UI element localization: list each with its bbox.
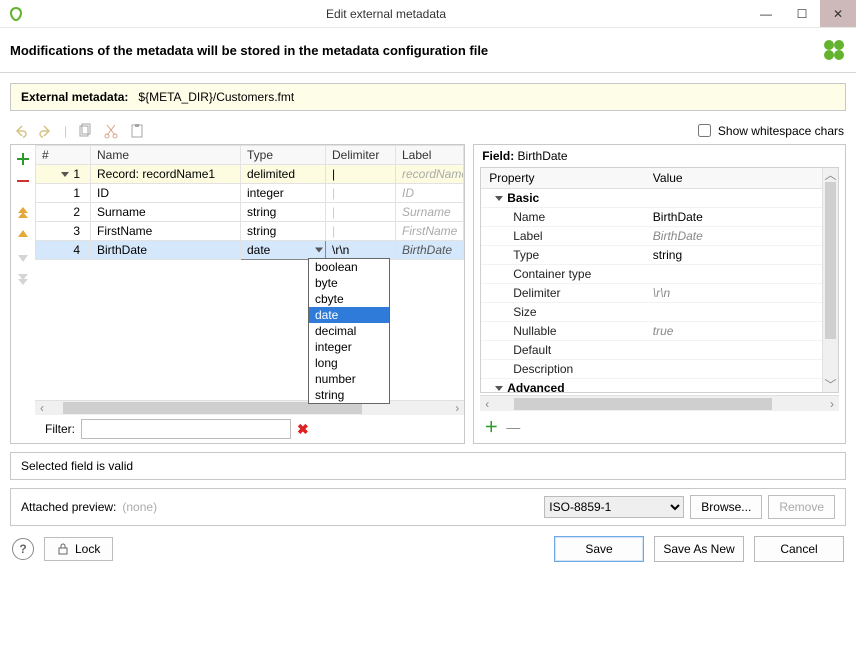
add-property-icon[interactable]: ＋: [484, 417, 498, 437]
show-whitespace-label: Show whitespace chars: [718, 124, 844, 138]
group-advanced[interactable]: Advanced: [481, 379, 645, 393]
dropdown-option[interactable]: cbyte: [309, 291, 389, 307]
properties-pane: Field: BirthDate Property Value Basic Na…: [473, 144, 846, 444]
dropdown-option[interactable]: number: [309, 371, 389, 387]
col-value[interactable]: Value: [645, 168, 822, 189]
dropdown-option[interactable]: byte: [309, 275, 389, 291]
toolbar: | Show whitespace chars: [0, 117, 856, 144]
dialog-heading: Modifications of the metadata will be st…: [10, 43, 488, 58]
dropdown-option[interactable]: boolean: [309, 259, 389, 275]
fields-header-row: # Name Type Delimiter Label: [36, 146, 464, 165]
field-heading: Field: BirthDate: [474, 145, 845, 167]
maximize-button[interactable]: ☐: [784, 0, 820, 27]
dropdown-option[interactable]: decimal: [309, 323, 389, 339]
col-num[interactable]: #: [36, 146, 91, 165]
dropdown-option[interactable]: string: [309, 387, 389, 403]
group-basic[interactable]: Basic: [481, 189, 645, 208]
col-delimiter[interactable]: Delimiter: [326, 146, 396, 165]
fields-hscroll[interactable]: ‹›: [35, 400, 464, 415]
table-row[interactable]: 4 BirthDate date \r\n BirthDate: [36, 241, 464, 260]
prop-row[interactable]: Size: [481, 303, 822, 322]
table-row[interactable]: 1 ID integer | ID: [36, 184, 464, 203]
prop-row[interactable]: Default: [481, 341, 822, 360]
close-button[interactable]: ✕: [820, 0, 856, 27]
minimize-button[interactable]: —: [748, 0, 784, 27]
remove-property-icon[interactable]: —: [506, 419, 520, 435]
dialog-header: Modifications of the metadata will be st…: [0, 28, 856, 73]
table-row[interactable]: 3 FirstName string | FirstName: [36, 222, 464, 241]
prop-row[interactable]: Container type: [481, 265, 822, 284]
properties-vscroll[interactable]: ︿﹀: [822, 168, 838, 392]
cut-icon[interactable]: [103, 123, 119, 139]
type-combobox[interactable]: date: [241, 241, 326, 260]
encoding-select[interactable]: ISO-8859-1: [544, 496, 684, 518]
app-icon: [8, 6, 24, 22]
fields-table[interactable]: # Name Type Delimiter Label 1 Record: re…: [35, 145, 464, 400]
preview-label: Attached preview:: [21, 500, 116, 514]
save-button[interactable]: Save: [554, 536, 644, 562]
save-as-new-button[interactable]: Save As New: [654, 536, 744, 562]
properties-table[interactable]: Property Value Basic NameBirthDate Label…: [481, 168, 822, 392]
show-whitespace-checkbox[interactable]: Show whitespace chars: [694, 121, 844, 140]
paste-icon[interactable]: [129, 123, 145, 139]
main-split: # Name Type Delimiter Label 1 Record: re…: [0, 144, 856, 444]
browse-button[interactable]: Browse...: [690, 495, 762, 519]
dropdown-option[interactable]: date: [309, 307, 389, 323]
external-metadata-path: ${META_DIR}/Customers.fmt: [138, 90, 294, 104]
prop-row[interactable]: LabelBirthDate: [481, 227, 822, 246]
cancel-button[interactable]: Cancel: [754, 536, 844, 562]
window-buttons: — ☐ ✕: [748, 0, 856, 27]
table-row[interactable]: 1 Record: recordName1 delimited | record…: [36, 165, 464, 184]
move-bottom-icon[interactable]: [15, 271, 31, 287]
filter-label: Filter:: [45, 422, 75, 436]
help-icon[interactable]: ?: [12, 538, 34, 560]
status-text: Selected field is valid: [21, 459, 133, 473]
col-label[interactable]: Label: [396, 146, 464, 165]
col-property[interactable]: Property: [481, 168, 645, 189]
prop-row[interactable]: Delimiter\r\n: [481, 284, 822, 303]
prop-row[interactable]: Description: [481, 360, 822, 379]
external-metadata-bar: External metadata: ${META_DIR}/Customers…: [10, 83, 846, 111]
filter-input[interactable]: [81, 419, 291, 439]
prop-row[interactable]: Typestring: [481, 246, 822, 265]
fields-pane: # Name Type Delimiter Label 1 Record: re…: [10, 144, 465, 444]
properties-toolbar: ＋ —: [474, 411, 845, 443]
redo-icon[interactable]: [38, 123, 54, 139]
move-top-icon[interactable]: [15, 205, 31, 221]
fields-side-toolbar: [11, 145, 35, 413]
preview-bar: Attached preview: (none) ISO-8859-1 Brow…: [10, 488, 846, 526]
col-name[interactable]: Name: [91, 146, 241, 165]
dialog-footer: ? Lock Save Save As New Cancel: [0, 526, 856, 572]
table-row[interactable]: 2 Surname string | Surname: [36, 203, 464, 222]
preview-value: (none): [122, 500, 157, 514]
fields-table-wrap: # Name Type Delimiter Label 1 Record: re…: [35, 145, 464, 413]
move-up-icon[interactable]: [15, 227, 31, 243]
status-bar: Selected field is valid: [10, 452, 846, 480]
clear-filter-icon[interactable]: ✖: [297, 421, 309, 438]
move-down-icon[interactable]: [15, 249, 31, 265]
remove-field-icon[interactable]: [15, 173, 31, 189]
add-field-icon[interactable]: [15, 151, 31, 167]
window-title: Edit external metadata: [24, 7, 748, 21]
col-type[interactable]: Type: [241, 146, 326, 165]
properties-hscroll[interactable]: ‹›: [480, 395, 839, 411]
prop-row[interactable]: NameBirthDate: [481, 208, 822, 227]
dropdown-option[interactable]: integer: [309, 339, 389, 355]
show-whitespace-input[interactable]: [698, 124, 711, 137]
dropdown-option[interactable]: long: [309, 355, 389, 371]
external-metadata-label: External metadata:: [21, 90, 128, 104]
lock-button[interactable]: Lock: [44, 537, 113, 561]
lock-icon: [57, 543, 69, 555]
titlebar: Edit external metadata — ☐ ✕: [0, 0, 856, 28]
undo-icon[interactable]: [12, 123, 28, 139]
filter-row: Filter: ✖: [11, 413, 464, 443]
type-dropdown[interactable]: boolean byte cbyte date decimal integer …: [308, 258, 390, 404]
copy-icon[interactable]: [77, 123, 93, 139]
prop-row[interactable]: Nullabletrue: [481, 322, 822, 341]
remove-button: Remove: [768, 495, 835, 519]
clover-icon: [822, 38, 846, 62]
